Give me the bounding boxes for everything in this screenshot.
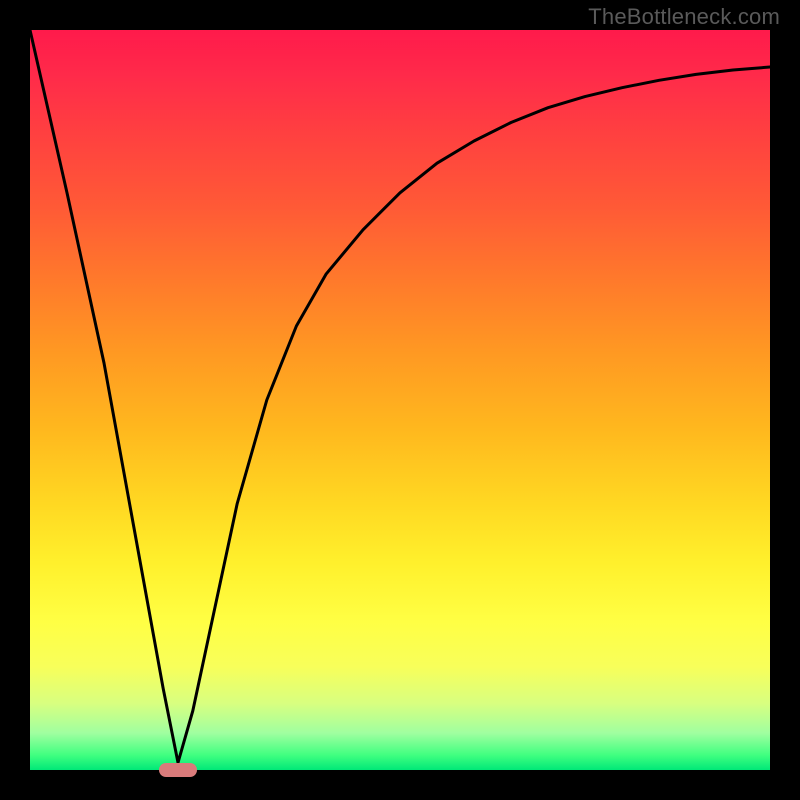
curve-svg bbox=[30, 30, 770, 770]
chart-frame: TheBottleneck.com bbox=[0, 0, 800, 800]
bottleneck-curve-path bbox=[30, 30, 770, 763]
watermark-text: TheBottleneck.com bbox=[588, 4, 780, 30]
plot-area bbox=[30, 30, 770, 770]
optimal-marker bbox=[159, 763, 197, 777]
